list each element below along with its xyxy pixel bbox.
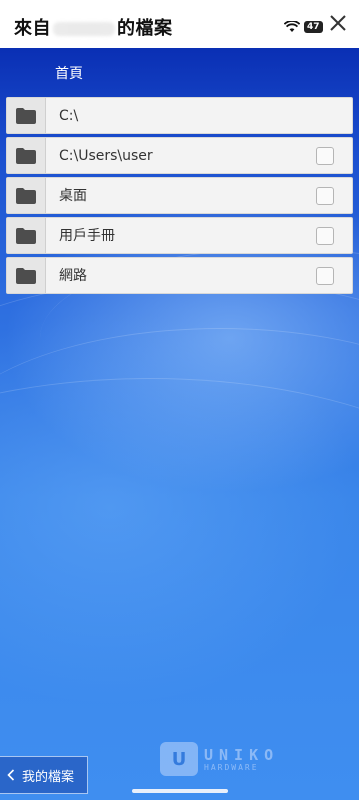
status-bar: 47 bbox=[284, 21, 323, 33]
my-files-button[interactable]: 我的檔案 bbox=[0, 756, 88, 794]
list-item[interactable]: C:\Users\user bbox=[6, 137, 353, 174]
select-checkbox[interactable] bbox=[316, 267, 334, 285]
dialog-title: 來自 的檔案 bbox=[14, 14, 173, 40]
battery-level: 47 bbox=[304, 21, 323, 33]
watermark: U UNIKO HARDWARE bbox=[160, 742, 279, 776]
folder-icon-cell bbox=[7, 178, 46, 213]
list-item[interactable]: C:\ bbox=[6, 97, 353, 134]
select-checkbox[interactable] bbox=[316, 187, 334, 205]
folder-icon-cell bbox=[7, 98, 46, 133]
my-files-label: 我的檔案 bbox=[22, 769, 75, 785]
folder-icon bbox=[16, 147, 36, 164]
folder-icon-cell bbox=[7, 258, 46, 293]
watermark-brand: UNIKO bbox=[204, 745, 280, 764]
list-item[interactable]: 網路 bbox=[6, 257, 353, 294]
home-indicator[interactable] bbox=[132, 789, 228, 793]
title-prefix: 來自 bbox=[14, 18, 51, 39]
list-item-label: 網路 bbox=[59, 268, 87, 284]
top-bar: 來自 的檔案 47 bbox=[0, 0, 359, 48]
watermark-sub: HARDWARE bbox=[204, 762, 259, 772]
list-item[interactable]: 用戶手冊 bbox=[6, 217, 353, 254]
select-checkbox[interactable] bbox=[316, 227, 334, 245]
watermark-logo: U bbox=[160, 742, 198, 776]
folder-icon bbox=[16, 107, 36, 124]
list-item-label: 用戶手冊 bbox=[59, 228, 115, 244]
folder-icon bbox=[16, 227, 36, 244]
chevron-left-icon bbox=[7, 769, 15, 781]
watermark-text-block: UNIKO HARDWARE bbox=[204, 747, 279, 772]
folder-list: C:\ C:\Users\user 桌面 用戶手冊 網路 bbox=[6, 97, 353, 297]
title-suffix: 的檔案 bbox=[117, 18, 173, 39]
list-item[interactable]: 桌面 bbox=[6, 177, 353, 214]
folder-icon-cell bbox=[7, 218, 46, 253]
redacted-device-name bbox=[53, 22, 115, 36]
folder-icon bbox=[16, 187, 36, 204]
list-item-label: C:\Users\user bbox=[59, 148, 153, 164]
select-checkbox[interactable] bbox=[316, 147, 334, 165]
wifi-icon bbox=[284, 21, 300, 32]
breadcrumb-home[interactable]: 首頁 bbox=[55, 63, 83, 83]
list-item-label: 桌面 bbox=[59, 188, 87, 204]
folder-icon bbox=[16, 267, 36, 284]
list-item-label: C:\ bbox=[59, 108, 79, 124]
close-icon[interactable] bbox=[327, 12, 349, 34]
folder-icon-cell bbox=[7, 138, 46, 173]
